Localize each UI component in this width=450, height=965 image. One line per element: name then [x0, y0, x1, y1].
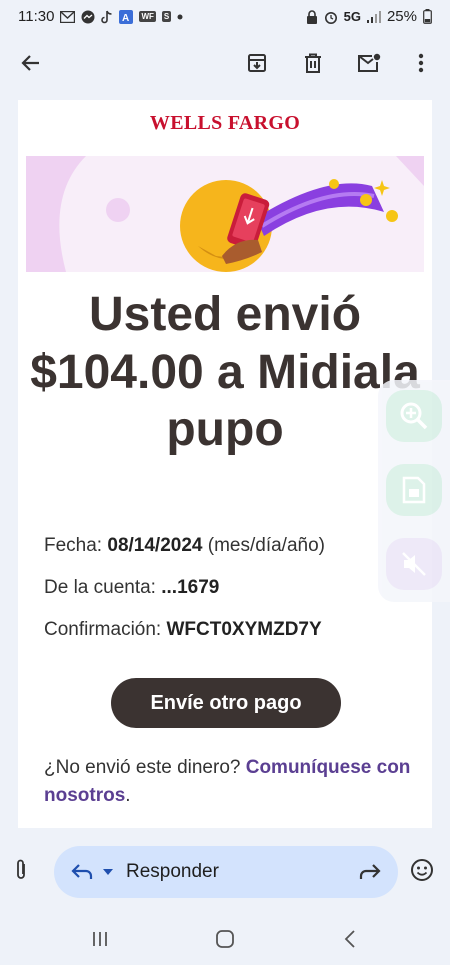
battery-icon [423, 9, 432, 24]
sim-card-icon [402, 476, 426, 504]
status-left: 11:30 A WF S [18, 8, 183, 25]
recent-apps-button[interactable] [80, 924, 120, 954]
payment-sent-illustration [26, 156, 424, 272]
detail-confirmation: Confirmación: WFCT0XYMZD7Y [44, 619, 322, 640]
floating-side-panel [378, 380, 450, 602]
nav-back-button[interactable] [330, 924, 370, 954]
signal-icon [366, 10, 381, 23]
mark-unread-icon [358, 53, 381, 72]
s-icon: S [161, 11, 172, 22]
footer-text: ¿No envió este dinero? Comuníquese con n… [44, 757, 411, 806]
send-another-payment-button[interactable]: Envíe otro pago [111, 678, 341, 728]
archive-icon [248, 54, 266, 72]
chevron-down-icon[interactable] [102, 868, 114, 876]
archive-button[interactable] [240, 46, 274, 80]
arrow-back-icon [21, 55, 39, 71]
reply-label: Responder [126, 861, 219, 882]
home-button[interactable] [205, 924, 245, 954]
status-time: 11:30 [18, 8, 55, 25]
home-icon [216, 930, 234, 948]
reply-icon [71, 864, 93, 879]
delete-button[interactable] [296, 46, 330, 80]
tiktok-icon [101, 10, 113, 24]
system-nav-bar [0, 912, 450, 965]
more-vert-icon [418, 53, 424, 73]
mark-unread-button[interactable] [352, 46, 386, 80]
payment-details: Fecha: 08/14/2024 (mes/día/año) De la cu… [44, 534, 424, 660]
recent-apps-icon [93, 932, 107, 946]
network-type: 5G [343, 9, 361, 24]
attachment-icon [17, 859, 25, 879]
back-button[interactable] [14, 46, 48, 80]
trash-icon [305, 53, 321, 73]
emoji-icon [411, 859, 433, 881]
zoom-button[interactable] [386, 390, 442, 442]
sim-card-button[interactable] [386, 464, 442, 516]
volume-off-icon [402, 552, 426, 576]
reply-bar: Responder [0, 832, 450, 912]
emoji-button[interactable] [410, 858, 434, 887]
wells-fargo-logo: WELLS FARGO [149, 112, 301, 134]
battery-percent: 25% [386, 8, 417, 25]
confirmation-headline: Usted envió $104.00 a Midiala pupo [30, 288, 420, 457]
attach-button[interactable] [14, 858, 28, 887]
app-bar [0, 40, 450, 86]
alarm-icon [324, 10, 338, 24]
mute-button[interactable] [386, 538, 442, 590]
chevron-left-icon [344, 930, 355, 948]
status-bar: 11:30 A WF S 5G 25% [0, 0, 450, 34]
more-notifications-icon [177, 14, 183, 20]
forward-icon[interactable] [358, 862, 382, 882]
more-options-button[interactable] [404, 46, 438, 80]
lock-icon [306, 9, 318, 24]
messenger-icon [81, 10, 95, 24]
wellsfargo-icon: WF [139, 11, 156, 22]
status-right: 5G 25% [306, 8, 432, 25]
zoom-in-icon [400, 402, 428, 430]
svg-text:A: A [122, 13, 129, 24]
reply-button[interactable]: Responder [54, 846, 398, 898]
gmail-icon [60, 10, 76, 23]
detail-account: De la cuenta: ...1679 [44, 577, 220, 598]
translate-icon: A [119, 9, 134, 24]
detail-date: Fecha: 08/14/2024 (mes/día/año) [44, 535, 325, 556]
email-body: WELLS FARGO Usted envió $104.00 a Midial… [18, 100, 432, 828]
